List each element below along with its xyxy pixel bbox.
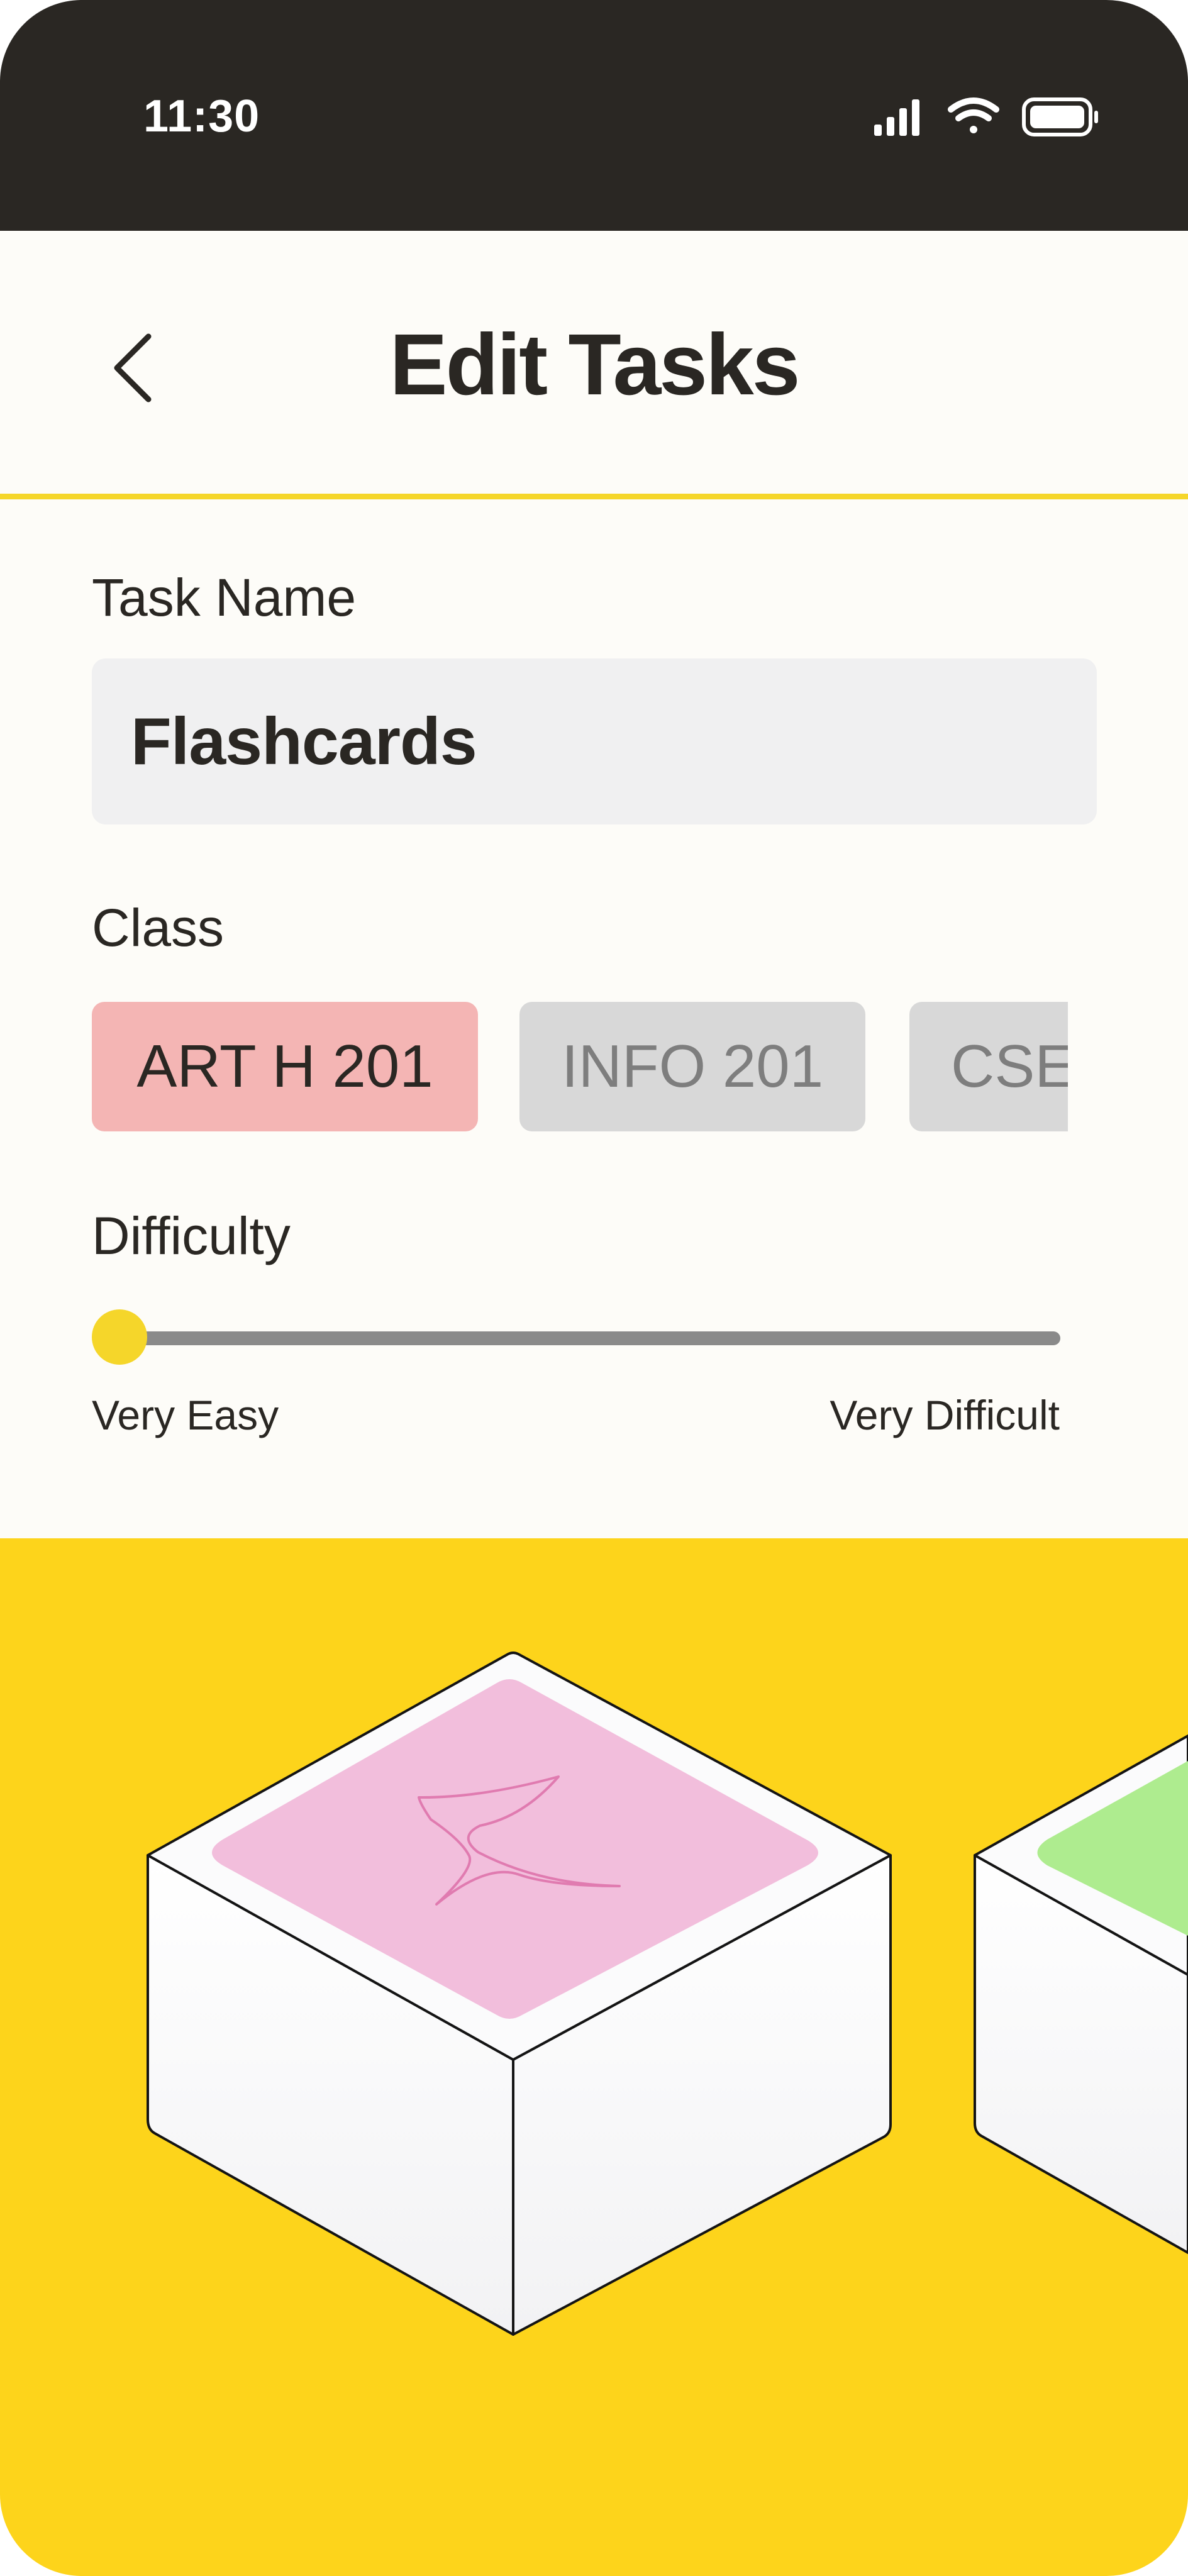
wifi-icon xyxy=(948,97,999,133)
isometric-box-pink xyxy=(147,1652,892,2336)
slider-track[interactable] xyxy=(119,1331,1060,1345)
task-name-value: Flashcards xyxy=(131,704,477,779)
class-chip-info-201[interactable]: INFO 201 xyxy=(519,1002,865,1131)
illustration-panel xyxy=(0,1538,1188,2576)
status-icons xyxy=(874,97,1098,136)
phone-screen: 11:30 Edit Tasks Task Name Flashcards Cl… xyxy=(0,0,1188,2576)
class-label: Class xyxy=(92,898,225,957)
task-name-input[interactable]: Flashcards xyxy=(92,658,1097,824)
header-divider xyxy=(0,494,1188,499)
isometric-box-green xyxy=(974,1735,1188,2254)
header: Edit Tasks xyxy=(0,231,1188,495)
status-bar: 11:30 xyxy=(0,0,1188,231)
status-time: 11:30 xyxy=(143,91,260,142)
difficulty-min-label: Very Easy xyxy=(92,1392,279,1438)
class-chip-cse[interactable]: CSE xyxy=(909,1002,1068,1131)
class-chip-list[interactable]: ART H 201 INFO 201 CSE xyxy=(92,1002,1068,1131)
battery-icon xyxy=(1022,97,1098,136)
page-title: Edit Tasks xyxy=(389,316,800,413)
signal-icon xyxy=(874,99,919,136)
task-name-label: Task Name xyxy=(92,568,357,627)
class-chip-art-h-201[interactable]: ART H 201 xyxy=(92,1002,478,1131)
difficulty-max-label: Very Difficult xyxy=(830,1392,1060,1438)
boxes-illustration xyxy=(147,1652,1188,2336)
difficulty-label: Difficulty xyxy=(92,1206,291,1265)
slider-thumb[interactable] xyxy=(92,1309,147,1365)
difficulty-slider[interactable] xyxy=(92,1308,1063,1365)
